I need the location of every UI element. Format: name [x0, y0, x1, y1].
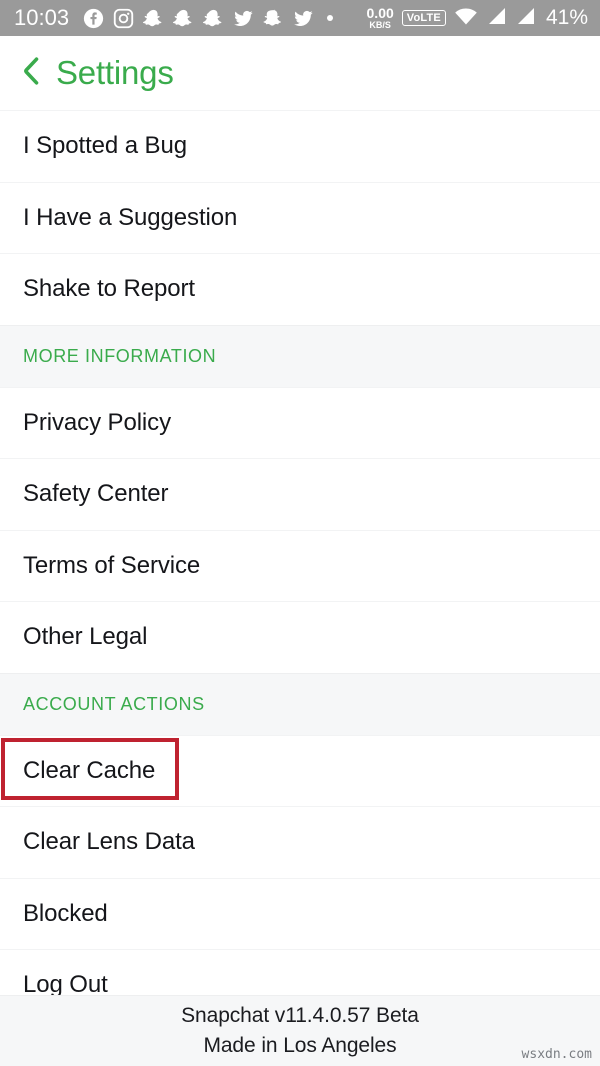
network-speed-unit: KB/S — [369, 20, 391, 30]
battery-percentage: 41% — [545, 6, 588, 29]
notification-overflow-dot-icon — [327, 15, 334, 21]
settings-row-shake-to-report[interactable]: Shake to Report — [0, 253, 600, 325]
settings-row-label: Clear Cache — [23, 756, 156, 784]
settings-row-label: Other Legal — [23, 623, 148, 651]
settings-row-label: Clear Lens Data — [23, 828, 195, 856]
settings-list: I Spotted a Bug I Have a Suggestion Shake … — [0, 110, 600, 1021]
signal-bars-icon — [486, 6, 507, 31]
settings-row-label: Privacy Policy — [23, 408, 171, 436]
settings-row-clear-cache[interactable]: Clear Cache — [0, 734, 600, 806]
instagram-icon — [113, 8, 134, 29]
signal-bars-icon — [515, 6, 536, 31]
network-speed-value: 0.00 — [366, 5, 394, 21]
settings-row-terms-of-service[interactable]: Terms of Service — [0, 529, 600, 601]
back-button[interactable] — [18, 56, 44, 91]
site-watermark: wsxdn.com — [521, 1047, 592, 1062]
section-header-label: MORE INFORMATION — [23, 345, 217, 366]
settings-row-privacy-policy[interactable]: Privacy Policy — [0, 386, 600, 458]
section-header: MORE INFORMATION — [0, 324, 600, 387]
twitter-icon — [233, 8, 254, 29]
settings-row-label: Blocked — [23, 899, 108, 927]
snapchat-ghost-icon — [173, 8, 194, 29]
twitter-icon — [293, 8, 314, 29]
chevron-left-icon — [21, 56, 41, 91]
network-speed-indicator: 0.00 KB/S — [367, 6, 394, 30]
settings-row-other-legal[interactable]: Other Legal — [0, 601, 600, 673]
app-version-label: Snapchat v11.4.0.57 Beta — [181, 1003, 419, 1027]
settings-row-label: Terms of Service — [23, 551, 201, 579]
settings-row-safety-center[interactable]: Safety Center — [0, 458, 600, 530]
snapchat-ghost-icon — [203, 8, 224, 29]
settings-row-label: I Spotted a Bug — [23, 132, 187, 160]
page-title: Settings — [56, 54, 174, 91]
status-clock: 10:03 — [14, 5, 70, 30]
section-header: ACCOUNT ACTIONS — [0, 672, 600, 735]
facebook-icon — [83, 8, 104, 29]
app-origin-label: Made in Los Angeles — [203, 1034, 397, 1057]
snapchat-ghost-icon — [143, 8, 164, 29]
page-header: Settings — [0, 36, 600, 110]
status-bar: 10:03 0.00 KB/S VoLTE 41% — [0, 0, 600, 36]
app-footer: Snapchat v11.4.0.57 Beta Made in Los Ang… — [0, 995, 600, 1066]
wifi-icon — [454, 6, 478, 31]
settings-row-label: Safety Center — [23, 480, 169, 508]
volte-badge: VoLTE — [401, 9, 446, 27]
settings-row-blocked[interactable]: Blocked — [0, 877, 600, 949]
section-header-label: ACCOUNT ACTIONS — [23, 693, 205, 714]
settings-row-i-have-a-suggestion[interactable]: I Have a Suggestion — [0, 181, 600, 253]
notification-icons — [83, 8, 366, 29]
settings-row-label: Shake to Report — [23, 275, 195, 303]
settings-row-label: I Have a Suggestion — [23, 203, 238, 231]
system-status-icons: 0.00 KB/S VoLTE 41% — [367, 6, 588, 31]
settings-row-clear-lens-data[interactable]: Clear Lens Data — [0, 806, 600, 878]
settings-row-i-spotted-a-bug[interactable]: I Spotted a Bug — [0, 110, 600, 182]
snapchat-logo-icon — [263, 8, 284, 29]
